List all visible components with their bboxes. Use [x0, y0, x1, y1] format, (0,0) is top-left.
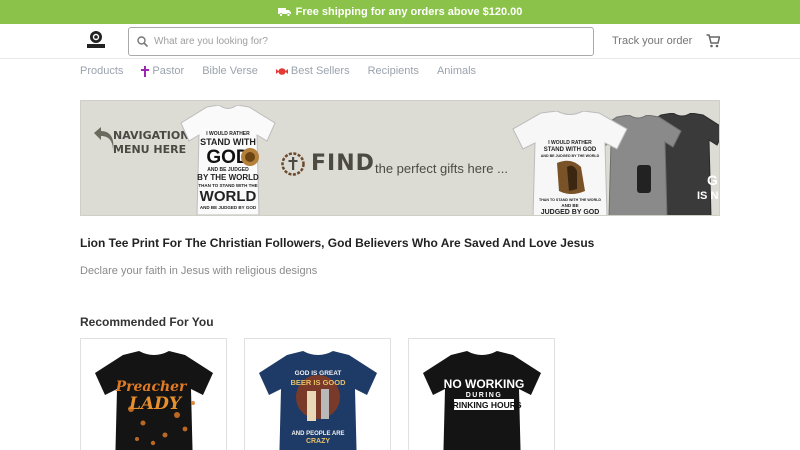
- svg-text:G: G: [707, 172, 718, 188]
- product-text: DRINKING HOURS: [446, 400, 521, 410]
- banner-shirt-left: I WOULD RATHER STAND WITH GOD AND BE JUD…: [180, 105, 276, 215]
- header: Track your order: [0, 24, 800, 59]
- search-icon: [137, 36, 148, 47]
- product-shirt-image: NO WORKING DURING DRINKING HOURS: [423, 351, 541, 450]
- shirt-text: AND BE: [561, 203, 578, 208]
- product-text: AND PEOPLE ARE: [291, 431, 344, 437]
- product-text: NO WORKING: [444, 377, 525, 391]
- promo-text: Free shipping for any orders above $120.…: [295, 6, 523, 18]
- banner-shirt-right: I WOULD RATHER STAND WITH GOD AND BE JUD…: [512, 111, 628, 216]
- truck-icon: [277, 8, 291, 17]
- shirt-text: STAND WITH: [200, 137, 256, 147]
- nav-item-products[interactable]: Products: [80, 65, 123, 77]
- hero-banner[interactable]: NAVIGATION MENU HERE I WOULD RATHER STAN…: [80, 100, 720, 216]
- product-text: GOD IS GREAT: [295, 370, 342, 377]
- page-subtitle: Declare your faith in Jesus with religio…: [80, 265, 318, 277]
- page-title: Lion Tee Print For The Christian Followe…: [80, 236, 595, 250]
- search-input[interactable]: [154, 36, 574, 47]
- product-text: CRAZY: [306, 438, 330, 445]
- nav-item-recipients[interactable]: Recipients: [368, 65, 419, 77]
- shirt-text: AND BE JUDGED BY GOD: [200, 205, 257, 210]
- nav-label: Animals: [436, 65, 477, 77]
- nav-label: Recipients: [367, 65, 419, 77]
- shirt-text: THAN TO STAND WITH THE WORLD: [539, 198, 601, 202]
- product-shirt-image: Preacher LADY: [95, 351, 213, 450]
- product-card[interactable]: Preacher LADY: [80, 338, 227, 450]
- cross-icon: [141, 65, 150, 77]
- nav-item-best-sellers[interactable]: Best Sellers: [275, 65, 350, 77]
- shirt-text: BY THE WORLD: [197, 173, 259, 182]
- product-text: DURING: [466, 392, 503, 399]
- banner-find-word: FIND: [311, 151, 375, 176]
- shirt-text: WORLD: [200, 188, 257, 205]
- banner-nav-line: NAVIGATION: [113, 129, 190, 142]
- product-shirt-image: GOD IS GREAT BEER IS GOOD AND PEOPLE ARE…: [259, 351, 377, 450]
- product-text: Preacher: [115, 379, 188, 395]
- shirt-text: I WOULD RATHER: [548, 140, 592, 146]
- banner-find: FIND: [281, 151, 375, 176]
- recommended-title: Recommended For You: [80, 315, 214, 329]
- product-text: LADY: [128, 394, 183, 414]
- category-nav: Products Pastor Bible Verse Best Sellers…: [80, 61, 476, 81]
- product-text: BEER IS GOOD: [290, 378, 346, 387]
- search-box[interactable]: [128, 27, 594, 56]
- track-order-link[interactable]: Track your order: [612, 35, 692, 47]
- shirt-text: IS NOT: [697, 190, 720, 202]
- banner-tagline: the perfect gifts here ...: [375, 161, 508, 176]
- promo-bar: Free shipping for any orders above $120.…: [0, 0, 800, 24]
- shirt-text: AND BE JUDGED BY THE WORLD: [541, 154, 600, 158]
- banner-nav-line: MENU HERE: [113, 143, 187, 156]
- nav-label: Bible Verse: [202, 65, 258, 77]
- nav-item-pastor[interactable]: Pastor: [141, 65, 184, 77]
- nav-label: Best Sellers: [290, 65, 350, 77]
- curved-arrow-icon: [94, 127, 114, 151]
- nav-item-bible-verse[interactable]: Bible Verse: [202, 65, 258, 77]
- site-logo[interactable]: [86, 30, 106, 50]
- product-card[interactable]: GOD IS GREAT BEER IS GOOD AND PEOPLE ARE…: [244, 338, 391, 450]
- nav-label: Products: [80, 65, 124, 77]
- shirt-text: JUDGED BY GOD: [541, 209, 600, 216]
- cart-icon[interactable]: [706, 34, 720, 48]
- candy-icon: [275, 67, 288, 75]
- nav-label: Pastor: [152, 65, 185, 77]
- cross-emblem-icon: [281, 151, 305, 176]
- banner-nav-text: NAVIGATION MENU HERE: [113, 129, 189, 157]
- shirt-text: STAND WITH GOD: [544, 147, 597, 153]
- nav-item-animals[interactable]: Animals: [437, 65, 476, 77]
- product-card[interactable]: NO WORKING DURING DRINKING HOURS: [408, 338, 555, 450]
